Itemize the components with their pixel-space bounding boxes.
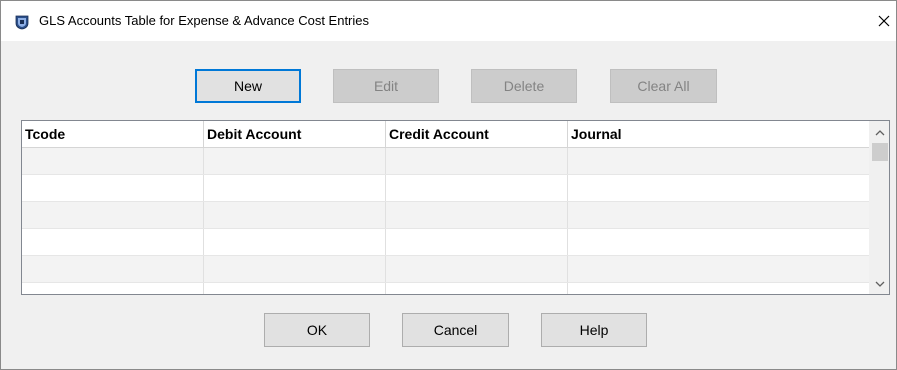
table-cell[interactable] (386, 175, 568, 201)
help-button[interactable]: Help (541, 313, 647, 347)
new-button[interactable]: New (195, 69, 301, 103)
table-cell[interactable] (386, 229, 568, 255)
window-title: GLS Accounts Table for Expense & Advance… (39, 13, 370, 28)
table-row[interactable] (22, 256, 869, 283)
table-cell[interactable] (22, 256, 204, 282)
table-cell[interactable] (204, 256, 386, 282)
table-row[interactable] (22, 283, 869, 294)
ok-button-label: OK (306, 322, 328, 338)
table-cell[interactable] (204, 175, 386, 201)
table-cell[interactable] (22, 202, 204, 228)
table-cell[interactable] (204, 229, 386, 255)
table-cell[interactable] (568, 283, 869, 294)
table-cell[interactable] (22, 229, 204, 255)
column-header-journal[interactable]: Journal (568, 121, 869, 147)
table-row[interactable] (22, 202, 869, 229)
table-cell[interactable] (386, 256, 568, 282)
table-cell[interactable] (568, 175, 869, 201)
table-cell[interactable] (204, 202, 386, 228)
cancel-button[interactable]: Cancel (402, 313, 509, 347)
table-cell[interactable] (386, 148, 568, 174)
table-cell[interactable] (386, 283, 568, 294)
delete-button[interactable]: Delete (471, 69, 577, 103)
table-cell[interactable] (22, 148, 204, 174)
column-header-tcode[interactable]: Tcode (22, 121, 204, 147)
table-row[interactable] (22, 175, 869, 202)
table-cell[interactable] (22, 283, 204, 294)
close-icon[interactable] (873, 10, 895, 32)
scroll-thumb[interactable] (872, 143, 888, 161)
app-shield-icon (14, 14, 30, 30)
help-button-label: Help (579, 322, 609, 338)
new-button-label: New (233, 78, 262, 94)
clear-all-button[interactable]: Clear All (610, 69, 717, 103)
table-body (22, 148, 869, 294)
table-cell[interactable] (568, 229, 869, 255)
title-bar: GLS Accounts Table for Expense & Advance… (1, 1, 896, 41)
table-cell[interactable] (568, 256, 869, 282)
column-header-debit-account[interactable]: Debit Account (204, 121, 386, 147)
clear-all-button-label: Clear All (637, 78, 690, 94)
table-cell[interactable] (204, 283, 386, 294)
table-cell[interactable] (568, 202, 869, 228)
scroll-down-icon[interactable] (870, 275, 889, 293)
dialog-window: GLS Accounts Table for Expense & Advance… (0, 0, 897, 370)
table-cell[interactable] (386, 202, 568, 228)
table-row[interactable] (22, 148, 869, 175)
cancel-button-label: Cancel (433, 322, 478, 338)
edit-button-label: Edit (373, 78, 399, 94)
edit-button[interactable]: Edit (333, 69, 439, 103)
delete-button-label: Delete (503, 78, 545, 94)
table-cell[interactable] (568, 148, 869, 174)
accounts-table: Tcode Debit Account Credit Account Journ… (21, 120, 890, 295)
table-cell[interactable] (204, 148, 386, 174)
column-header-credit-account[interactable]: Credit Account (386, 121, 568, 147)
table-header: Tcode Debit Account Credit Account Journ… (22, 121, 869, 148)
vertical-scrollbar[interactable] (869, 121, 889, 294)
table-row[interactable] (22, 229, 869, 256)
ok-button[interactable]: OK (264, 313, 370, 347)
table-cell[interactable] (22, 175, 204, 201)
scroll-up-icon[interactable] (870, 123, 889, 141)
